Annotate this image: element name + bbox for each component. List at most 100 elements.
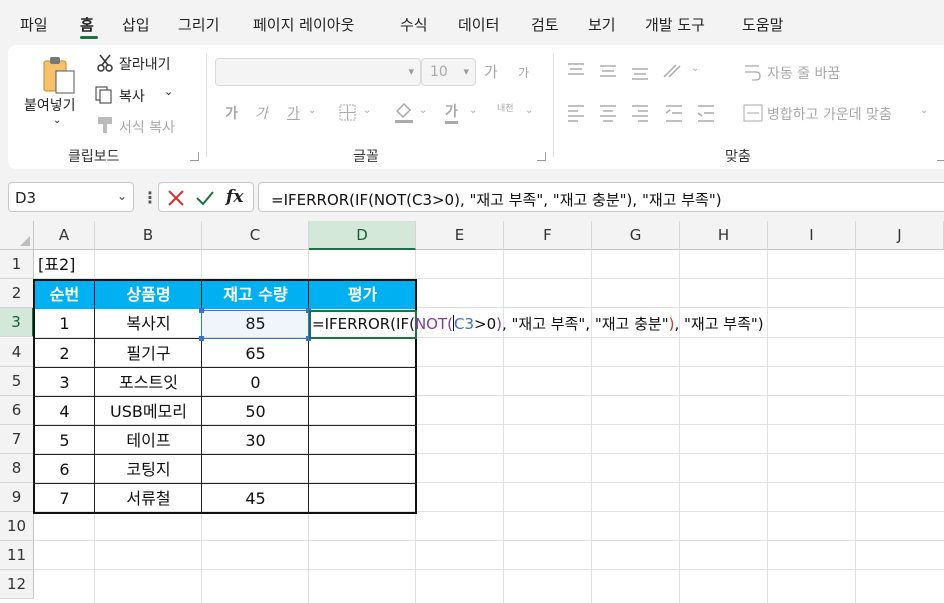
tab-file[interactable]: 파일 — [20, 14, 48, 35]
ribbon-separator — [206, 53, 207, 157]
column-header-c[interactable]: C — [202, 221, 309, 250]
paste-icon[interactable] — [38, 55, 80, 97]
font-launcher-icon[interactable] — [537, 152, 546, 161]
column-header-g[interactable]: G — [592, 221, 680, 250]
active-tab-indicator — [80, 36, 98, 39]
font-color-dropdown-icon: ⌄ — [469, 105, 478, 116]
edit-text-segment: >0 — [474, 315, 497, 333]
column-header-e[interactable]: E — [416, 221, 504, 250]
merge-center-icon — [743, 104, 763, 122]
edit-text-segment: NOT( — [414, 315, 453, 333]
clipboard-group-label: 클립보드 — [68, 149, 120, 165]
insert-function-icon[interactable]: fx — [226, 187, 243, 207]
merge-center-button: 병합하고 가운데 맞춤 — [767, 107, 892, 123]
gridline — [34, 569, 944, 570]
paste-button[interactable]: 붙여넣기 — [24, 95, 76, 115]
bold-button: 가 — [225, 106, 238, 122]
chevron-down-icon: ▾ — [408, 65, 414, 78]
paste-dropdown-icon[interactable]: ⌄ — [53, 115, 61, 126]
edit-text-segment: , "재고 부족", "재고 충분" — [502, 315, 669, 333]
enter-icon[interactable] — [195, 189, 215, 207]
table-border — [33, 454, 417, 455]
column-header-b[interactable]: B — [95, 221, 202, 250]
row-header-6[interactable]: 6 — [0, 396, 34, 425]
font-group-label: 글꼴 — [353, 149, 379, 165]
menu-bar: 파일 홈 삽입 그리기 페이지 레이아웃 수식 데이터 검토 보기 개발 도구 … — [0, 0, 944, 44]
tab-draw[interactable]: 그리기 — [178, 14, 219, 35]
copy-button[interactable]: 복사 — [119, 86, 145, 106]
edit-text-segment: , "재고 부족") — [674, 315, 764, 333]
tab-developer[interactable]: 개발 도구 — [645, 14, 705, 35]
row-header-5[interactable]: 5 — [0, 367, 34, 396]
shrink-font-button: 가 — [518, 66, 530, 80]
font-name-select[interactable]: ▾ — [215, 58, 421, 86]
format-painter-icon — [98, 117, 112, 133]
phonetic-button: 내천 — [497, 104, 514, 114]
column-header-j[interactable]: J — [856, 221, 944, 250]
gridline — [767, 250, 768, 603]
row-header-9[interactable]: 9 — [0, 483, 34, 512]
font-color-button: 가 — [445, 101, 458, 124]
grow-font-button: 가 — [484, 63, 498, 81]
fill-color-icon — [395, 102, 413, 123]
more-options-icon[interactable]: ⋮ — [142, 188, 158, 207]
table-border — [33, 367, 417, 368]
gridline — [503, 250, 504, 603]
column-header-f[interactable]: F — [504, 221, 592, 250]
column-header-h[interactable]: H — [680, 221, 768, 250]
tab-home[interactable]: 홈 — [80, 14, 94, 35]
row-header-11[interactable]: 11 — [0, 541, 34, 570]
row-header-12[interactable]: 12 — [0, 570, 34, 599]
wrap-text-button: 자동 줄 바꿈 — [767, 66, 841, 82]
ref-handle[interactable] — [199, 336, 204, 341]
row-header-10[interactable]: 10 — [0, 512, 34, 541]
row-header-3[interactable]: 3 — [0, 308, 34, 337]
cell-a1[interactable]: [표2] — [34, 250, 114, 279]
edit-text-segment: =IFERROR(IF( — [312, 315, 415, 333]
cancel-icon[interactable] — [167, 189, 185, 207]
ref-handle[interactable] — [199, 308, 204, 313]
alignment-launcher-icon[interactable] — [937, 152, 944, 161]
column-header-a[interactable]: A — [34, 221, 95, 250]
copy-dropdown-icon[interactable]: ⌄ — [164, 85, 173, 98]
merge-dropdown-icon: ⌄ — [920, 105, 929, 116]
tab-data[interactable]: 데이터 — [458, 14, 499, 35]
row-header-4[interactable]: 4 — [0, 338, 34, 367]
tab-formulas[interactable]: 수식 — [400, 14, 428, 35]
tab-view[interactable]: 보기 — [588, 14, 616, 35]
scissors-icon[interactable] — [96, 53, 114, 73]
cut-button[interactable]: 잘라내기 — [119, 54, 171, 74]
cell-edit-text[interactable]: =IFERROR(IF(NOT(C3>0), "재고 부족", "재고 충분")… — [312, 313, 764, 334]
fill-dropdown-icon: ⌄ — [419, 105, 428, 116]
tab-page-layout[interactable]: 페이지 레이아웃 — [253, 14, 354, 35]
font-size-select[interactable]: 10 ▾ — [421, 58, 476, 86]
phonetic-dropdown-icon: ⌄ — [525, 105, 534, 116]
formula-buttons: fx — [158, 182, 254, 212]
row-header-7[interactable]: 7 — [0, 425, 34, 454]
name-box[interactable]: D3 ⌄ — [8, 182, 134, 212]
select-all-button[interactable] — [0, 221, 34, 250]
table-border — [33, 483, 417, 484]
tab-insert[interactable]: 삽입 — [122, 14, 150, 35]
horizontal-align-icons — [568, 105, 714, 122]
copy-icon[interactable] — [94, 85, 114, 105]
wrap-text-icon — [745, 65, 761, 81]
row-header-2[interactable]: 2 — [0, 279, 34, 308]
edit-text-ref: C3 — [453, 315, 475, 333]
tab-help[interactable]: 도움말 — [742, 14, 783, 35]
clipboard-launcher-icon[interactable] — [190, 152, 199, 161]
formula-input[interactable]: =IFERROR(IF(NOT(C3>0), "재고 부족", "재고 충분")… — [258, 182, 944, 212]
column-header-i[interactable]: I — [768, 221, 856, 250]
column-header-d[interactable]: D — [309, 221, 416, 250]
referenced-cell-c3 — [201, 310, 309, 339]
gridline — [591, 250, 592, 603]
row-header-1[interactable]: 1 — [0, 250, 34, 279]
tab-review[interactable]: 검토 — [531, 14, 559, 35]
row-header-8[interactable]: 8 — [0, 454, 34, 483]
underline-button: 가 — [287, 106, 300, 122]
gridline — [679, 250, 680, 603]
ribbon: 붙여넣기 ⌄ 잘라내기 복사 ⌄ 서식 복사 클립보드 ▾ 10 ▾ 가 가 가… — [8, 45, 944, 169]
chevron-down-icon[interactable]: ⌄ — [117, 189, 127, 203]
table-border — [33, 396, 417, 397]
chevron-down-icon: ▾ — [463, 65, 469, 78]
